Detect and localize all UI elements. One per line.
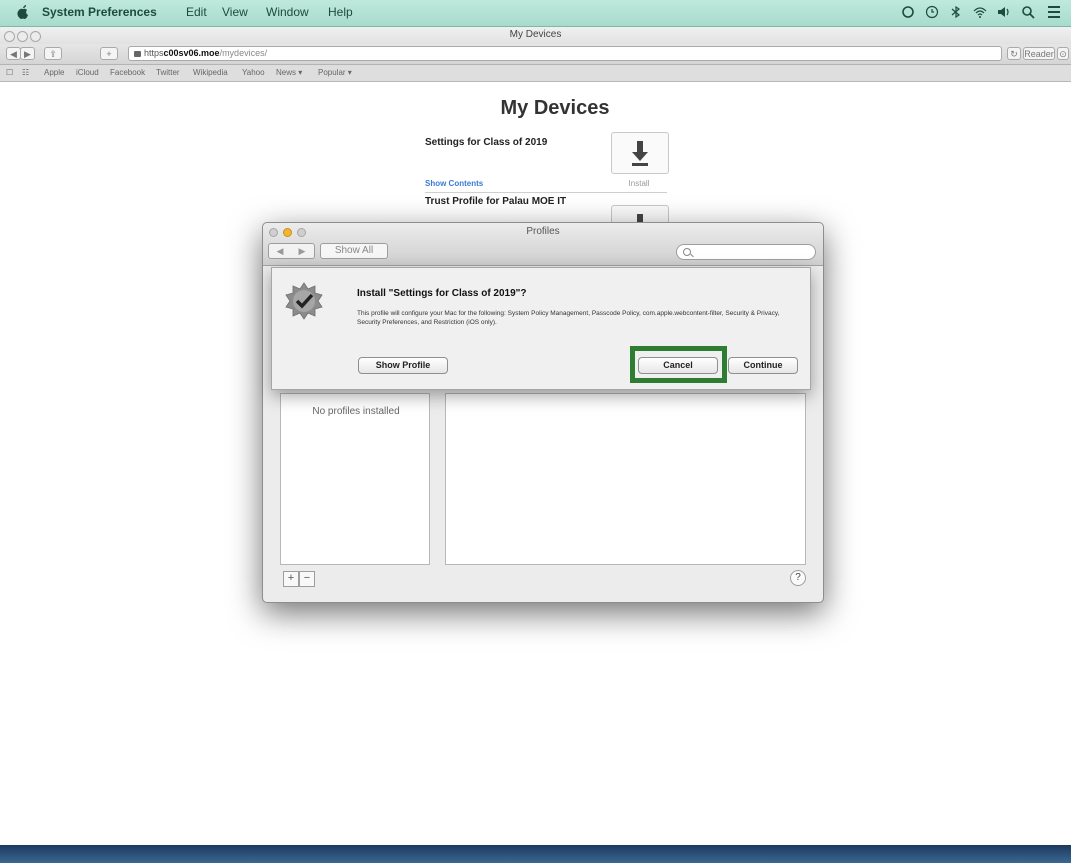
bookmark-twitter[interactable]: Twitter [156,68,180,77]
spotlight-search-icon[interactable] [1020,4,1036,20]
url-field[interactable]: httpsc00sv06.moe/mydevices/ [128,46,1002,61]
bookmark-wikipedia[interactable]: Wikipedia [193,68,228,77]
show-contents-link[interactable]: Show Contents [425,179,483,188]
install-profile-button[interactable] [611,132,669,174]
reader-button[interactable]: Reader [1023,47,1055,60]
back-button[interactable]: ◀ [6,47,21,60]
bookmark-news[interactable]: News ▾ [276,68,302,77]
time-machine-icon[interactable] [924,4,940,20]
install-profile-sheet: Install "Settings for Class of 2019"? Th… [271,267,811,390]
browser-window-title: My Devices [509,29,562,40]
search-input[interactable] [676,244,816,260]
add-profile-button[interactable]: + [283,571,299,587]
reload-icon[interactable]: ↻ [1007,47,1021,60]
remove-profile-button[interactable]: − [299,571,315,587]
new-tab-button[interactable]: + [100,47,118,60]
show-profile-button[interactable]: Show Profile [358,357,448,374]
notification-center-icon[interactable] [1046,4,1062,20]
browser-toolbar: ◀ ▶ ⇪ + httpsc00sv06.moe/mydevices/ ↻ Re… [0,44,1071,65]
page-title: My Devices [500,97,610,119]
reading-list-icon[interactable]: ☐ [6,68,13,77]
bookmarks-bar: ☐ ☷ Apple iCloud Facebook Twitter Wikipe… [0,65,1071,82]
sheet-title: Install "Settings for Class of 2019"? [357,288,527,299]
menu-window[interactable]: Window [266,5,309,19]
desktop-background [0,845,1071,863]
wifi-icon[interactable] [972,4,988,20]
search-icon [683,248,691,256]
url-path: /mydevices/ [219,48,268,58]
bookmark-icloud[interactable]: iCloud [76,68,99,77]
app-menu-system-preferences[interactable]: System Preferences [42,5,157,19]
sheet-message: This profile will configure your Mac for… [357,310,780,326]
add-remove-control: + − [283,571,315,587]
install-label: Install [628,179,650,188]
forward-button[interactable]: ▶ [20,47,35,60]
volume-icon[interactable] [996,4,1012,20]
sync-icon[interactable] [900,4,916,20]
bookmark-facebook[interactable]: Facebook [110,68,145,77]
back-arrow-icon[interactable]: ◀ [269,244,291,258]
downloads-icon[interactable]: ⊙ [1057,47,1069,60]
forward-arrow-icon[interactable]: ▶ [291,244,313,258]
menu-view[interactable]: View [222,5,248,19]
bookmark-yahoo[interactable]: Yahoo [242,68,265,77]
profiles-window-title: Profiles [526,226,560,237]
bookmark-apple[interactable]: Apple [44,68,64,77]
apple-menu-icon[interactable] [16,4,30,20]
menu-edit[interactable]: Edit [186,5,207,19]
share-button[interactable]: ⇪ [44,47,62,60]
bluetooth-icon[interactable] [948,4,964,20]
profiles-list[interactable]: No profiles installed [280,393,430,565]
continue-button[interactable]: Continue [728,357,798,374]
lock-icon [134,50,141,57]
profile-detail-pane [445,393,806,565]
top-sites-icon[interactable]: ☷ [22,68,29,77]
browser-titlebar: My Devices [0,27,1071,44]
back-forward-control[interactable]: ◀ ▶ [268,243,315,259]
trust-profile-name: Trust Profile for Palau MOE IT [425,196,567,207]
device-profile-name: Settings for Class of 2019 [425,137,548,148]
url-domain: c00sv06.moe [163,48,220,58]
profiles-titlebar: Profiles ◀ ▶ Show All [263,223,823,266]
row-divider [425,192,667,193]
url-scheme: https [144,48,164,58]
cancel-highlight-box [630,346,727,383]
help-button[interactable]: ? [790,570,806,586]
profile-badge-icon [285,282,323,320]
download-arrow-icon [632,141,648,166]
bookmark-popular[interactable]: Popular ▾ [318,68,352,77]
no-profiles-label: No profiles installed [312,406,400,417]
show-all-button[interactable]: Show All [320,243,388,259]
menu-bar: System Preferences Edit View Window Help [0,0,1071,27]
menu-help[interactable]: Help [328,5,353,19]
